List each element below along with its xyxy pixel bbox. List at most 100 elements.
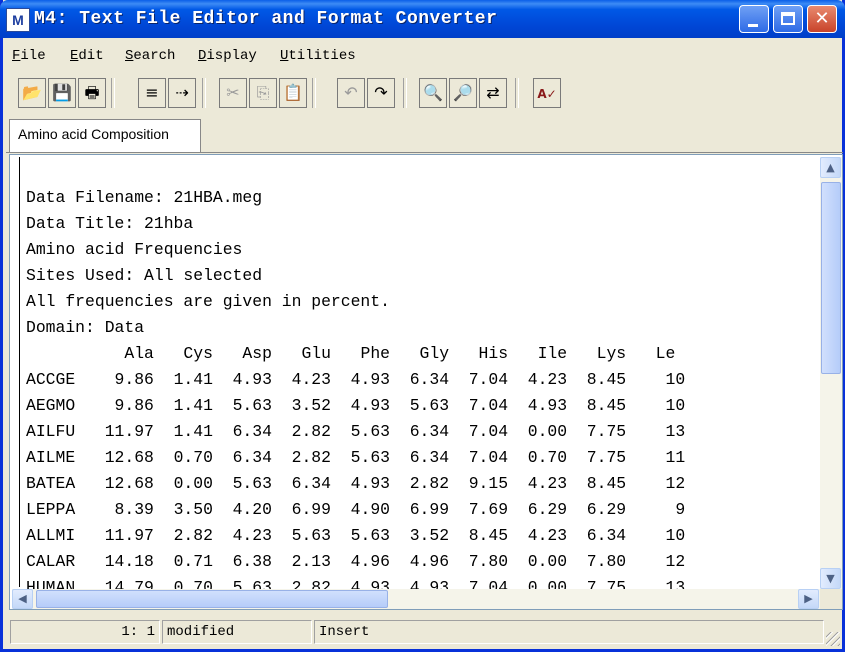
species-name: ALLMI	[26, 526, 86, 545]
scroll-down-button[interactable]: ▼	[820, 568, 841, 589]
frequency-value: 8.39	[85, 500, 154, 519]
toolbar-separator	[403, 78, 407, 108]
open-converter-icon: ⇢	[175, 83, 189, 102]
frequency-value: 6.34	[390, 422, 450, 441]
frequency-value: 10	[626, 370, 686, 389]
frequency-value: 4.23	[508, 526, 568, 545]
column-header: Phe	[330, 344, 391, 363]
redo-button[interactable]: ↷	[367, 78, 395, 108]
species-name: LEPPA	[26, 500, 86, 519]
frequency-value: 2.13	[271, 552, 331, 571]
column-header-row: Ala Cys Asp Glu Phe Gly His Ile Lys Le	[26, 341, 818, 367]
menu-search[interactable]: Search	[125, 48, 175, 64]
menu-utilities[interactable]: Utilities	[280, 48, 356, 64]
frequency-value: 6.29	[508, 500, 568, 519]
frequency-value: 9.15	[449, 474, 509, 493]
vertical-scrollbar[interactable]: ▲ ▼	[820, 157, 842, 589]
frequency-value: 9	[626, 500, 686, 519]
scroll-right-button[interactable]: ▶	[798, 589, 819, 609]
frequency-value: 5.63	[212, 474, 272, 493]
frequency-value: 8.45	[449, 526, 509, 545]
vertical-scroll-thumb[interactable]	[821, 182, 841, 374]
paste-button[interactable]: 📋	[279, 78, 307, 108]
scroll-left-button[interactable]: ◀	[12, 589, 33, 609]
frequency-value: 7.69	[449, 500, 509, 519]
frequency-value: 7.04	[449, 422, 509, 441]
resize-grip-icon[interactable]	[826, 632, 840, 646]
open-converter-button[interactable]: ⇢	[168, 78, 196, 108]
frequency-value: 2.82	[271, 422, 331, 441]
frequency-value: 3.52	[390, 526, 450, 545]
frequency-value: 6.34	[390, 448, 450, 467]
menu-edit[interactable]: Edit	[70, 48, 104, 64]
format-convert-button[interactable]: ≡	[138, 78, 166, 108]
menu-display[interactable]: Display	[198, 48, 257, 64]
frequency-value: 4.23	[508, 474, 568, 493]
cut-icon: ✂	[226, 83, 240, 102]
close-button[interactable]: ✕	[807, 5, 837, 33]
app-icon[interactable]: M	[6, 8, 30, 32]
data-row: ALLMI 11.97 2.82 4.23 5.63 5.63 3.52 8.4…	[26, 523, 818, 549]
column-header: Glu	[271, 344, 331, 363]
frequency-value: 7.80	[567, 552, 627, 571]
frequency-value: 4.93	[212, 370, 272, 389]
frequency-value: 6.29	[567, 500, 627, 519]
find-next-button[interactable]: 🔎	[449, 78, 477, 108]
replace-icon: ⇄	[486, 83, 500, 102]
frequency-value: 2.82	[271, 578, 331, 589]
frequency-value: 2.82	[271, 448, 331, 467]
frequency-value: 7.04	[449, 370, 509, 389]
frequency-value: 10	[626, 396, 686, 415]
column-header: Lys	[567, 344, 627, 363]
frequency-value: 0.70	[153, 448, 213, 467]
redo-icon: ↷	[374, 83, 388, 102]
frequency-value: 4.90	[330, 500, 391, 519]
frequency-value: 4.20	[212, 500, 272, 519]
spell-check-button[interactable]: A✓	[533, 78, 561, 108]
menu-file[interactable]: File	[12, 48, 46, 64]
toolbar-separator	[111, 78, 115, 108]
tab-amino-acid-composition[interactable]: Amino acid Composition	[9, 119, 201, 152]
cursor-position: 1: 1	[10, 620, 160, 644]
chevron-right-icon: ▶	[804, 592, 813, 605]
print-button[interactable]: 🖶	[78, 78, 106, 108]
frequency-value: 5.63	[271, 526, 331, 545]
column-header: Ile	[508, 344, 568, 363]
find-button[interactable]: 🔍	[419, 78, 447, 108]
frequency-value: 5.63	[330, 526, 391, 545]
frequency-value: 9.86	[85, 396, 154, 415]
frequency-value: 13	[626, 578, 686, 589]
maximize-button[interactable]	[773, 5, 803, 33]
data-row: AILME 12.68 0.70 6.34 2.82 5.63 6.34 7.0…	[26, 445, 818, 471]
document-line: Sites Used: All selected	[26, 266, 263, 285]
frequency-value: 11.97	[85, 422, 154, 441]
data-row: AILFU 11.97 1.41 6.34 2.82 5.63 6.34 7.0…	[26, 419, 818, 445]
column-header: Ala	[94, 344, 154, 363]
document-line: Domain: Data	[26, 318, 145, 337]
horizontal-scroll-thumb[interactable]	[36, 590, 388, 608]
save-button[interactable]: 💾	[48, 78, 76, 108]
title-bar[interactable]: M M4: Text File Editor and Format Conver…	[0, 0, 845, 38]
open-button[interactable]: 📂	[18, 78, 46, 108]
frequency-value: 7.80	[449, 552, 509, 571]
text-editor[interactable]: Data Filename: 21HBA.meg Data Title: 21hb…	[9, 154, 843, 610]
frequency-value: 8.45	[567, 396, 627, 415]
data-row: BATEA 12.68 0.00 5.63 6.34 4.93 2.82 9.1…	[26, 471, 818, 497]
margin-line	[19, 157, 20, 587]
horizontal-scrollbar[interactable]: ◀ ▶	[12, 589, 820, 609]
frequency-value: 4.93	[330, 370, 391, 389]
frequency-value: 5.63	[330, 422, 391, 441]
cut-button[interactable]: ✂	[219, 78, 247, 108]
minimize-button[interactable]	[739, 5, 769, 33]
toolbar: 📂 💾 🖶 ≡ ⇢ ✂ ⎘ 📋 ↶ ↷ 🔍 🔎 ⇄ A✓	[12, 76, 832, 116]
undo-icon: ↶	[344, 83, 358, 102]
copy-button[interactable]: ⎘	[249, 78, 277, 108]
undo-button[interactable]: ↶	[337, 78, 365, 108]
replace-button[interactable]: ⇄	[479, 78, 507, 108]
scroll-up-button[interactable]: ▲	[820, 157, 841, 178]
frequency-value: 6.34	[271, 474, 331, 493]
frequency-value: 0.00	[508, 578, 568, 589]
document-text[interactable]: Data Filename: 21HBA.meg Data Title: 21hb…	[26, 159, 818, 589]
frequency-value: 4.23	[508, 370, 568, 389]
frequency-value: 4.23	[212, 526, 272, 545]
